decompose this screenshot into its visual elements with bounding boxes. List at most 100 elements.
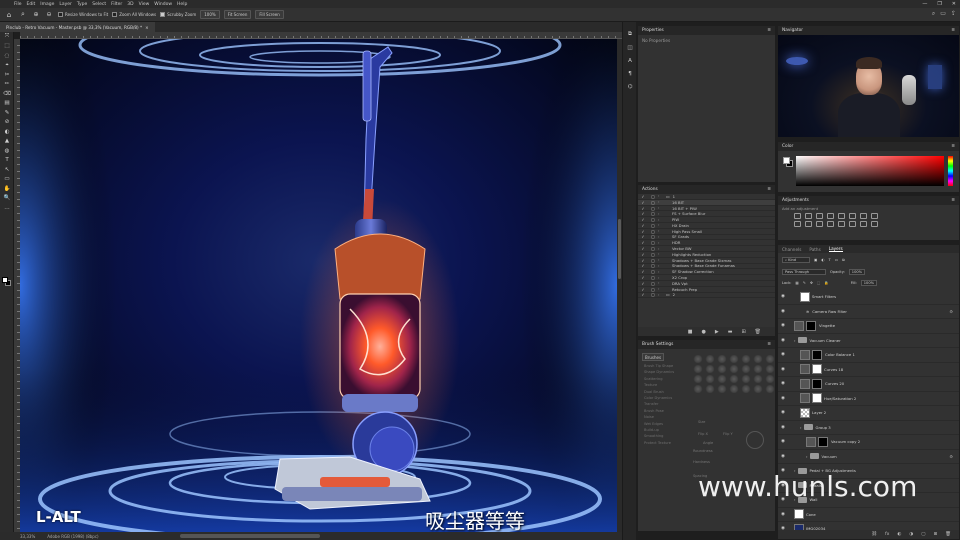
smart-object-icon[interactable]: ⚙	[949, 309, 953, 314]
visibility-eye-icon[interactable]: ◉	[778, 352, 788, 357]
zoom-level[interactable]: 33,33%	[20, 534, 35, 539]
filter-smart-icon[interactable]: ⧉	[842, 258, 845, 262]
brush-preset-thumbnail[interactable]	[765, 385, 775, 393]
brush-preset-thumbnail[interactable]	[693, 375, 703, 383]
visibility-eye-icon[interactable]: ◉	[778, 512, 788, 517]
brush-preset-thumbnail[interactable]	[741, 385, 751, 393]
layers-footer-icon-4[interactable]: ▢	[921, 532, 925, 537]
zoom-all-windows-checkbox[interactable]: Zoom All Windows	[112, 12, 156, 17]
tab-layers[interactable]: Layers	[828, 246, 843, 252]
zoom-tool-icon[interactable]: ⌕	[18, 10, 28, 19]
checkmark-icon[interactable]: ✓	[638, 263, 648, 268]
expand-arrow-icon[interactable]: ›	[658, 270, 666, 274]
layer-row[interactable]: ◉ Vacuum copy 2	[778, 435, 959, 450]
tool-icon-15[interactable]: ▭	[0, 175, 14, 185]
layer-row[interactable]: ◉ Color Balance 1	[778, 348, 959, 363]
layer-mask-thumbnail[interactable]	[806, 320, 816, 331]
home-icon[interactable]: ⌂	[4, 11, 14, 19]
dialog-toggle-icon[interactable]: ▢	[648, 200, 658, 205]
adjustment-icon[interactable]	[794, 213, 801, 219]
dialog-toggle-icon[interactable]: ▢	[648, 258, 658, 263]
resize-windows-checkbox[interactable]: Resize Windows to Fit	[58, 12, 108, 17]
expand-arrow-icon[interactable]: ›	[658, 223, 666, 227]
dialog-toggle-icon[interactable]: ▢	[648, 217, 658, 222]
panel-menu-icon[interactable]: ≡	[767, 342, 771, 347]
layers-footer-icon-5[interactable]: ⊞	[934, 532, 938, 537]
checkmark-icon[interactable]: ✓	[638, 275, 648, 280]
document-tab[interactable]: Pinclub - Retro Vacuum - Master.psb @ 33…	[0, 22, 155, 32]
visibility-eye-icon[interactable]: ◉	[778, 410, 788, 415]
foreground-color-swatch[interactable]	[2, 277, 8, 283]
close-tab-icon[interactable]: ×	[145, 25, 149, 30]
zoom-out-icon[interactable]: ⊖	[44, 11, 54, 18]
expand-arrow-icon[interactable]: ›	[658, 212, 666, 216]
dialog-toggle-icon[interactable]: ▢	[648, 223, 658, 228]
checkmark-icon[interactable]: ✓	[638, 217, 648, 222]
expand-arrow-icon[interactable]: ›	[658, 264, 666, 268]
panel-shortcut-icon-3[interactable]: ¶	[623, 67, 637, 80]
workspace-icon[interactable]: ▭	[940, 10, 946, 18]
dialog-toggle-icon[interactable]: ▢	[648, 211, 658, 216]
lock-artboard-icon[interactable]: ⬚	[817, 281, 820, 285]
checkmark-icon[interactable]: ✓	[638, 258, 648, 263]
panel-menu-icon[interactable]: ≡	[951, 28, 955, 33]
filter-adjust-icon[interactable]: ◐	[821, 258, 824, 262]
dialog-toggle-icon[interactable]: ▢	[648, 292, 658, 297]
lock-paint-icon[interactable]: ✎	[803, 281, 806, 285]
tool-icon-7[interactable]: ▤	[0, 99, 14, 109]
filter-type-icon[interactable]: T	[829, 258, 831, 262]
adjustment-icon[interactable]	[805, 221, 812, 227]
adjustment-icon[interactable]	[838, 213, 845, 219]
adjustment-icon[interactable]	[794, 221, 801, 227]
visibility-eye-icon[interactable]: ◉	[778, 338, 788, 343]
checkmark-icon[interactable]: ✓	[638, 194, 648, 199]
filter-shape-icon[interactable]: ▭	[835, 258, 838, 262]
menu-item-select[interactable]: Select	[92, 2, 106, 7]
action-footer-icon-0[interactable]: ■	[688, 329, 693, 335]
dialog-toggle-icon[interactable]: ▢	[648, 281, 658, 286]
panel-shortcut-icon-1[interactable]: ◫	[623, 41, 637, 54]
share-icon[interactable]: ⇪	[951, 10, 956, 18]
search-icon[interactable]: ⌕	[932, 10, 935, 18]
fill-input[interactable]: 100%	[860, 280, 877, 286]
brush-preset-thumbnail[interactable]	[741, 375, 751, 383]
tool-icon-5[interactable]: ✏	[0, 80, 14, 90]
adjustment-icon[interactable]	[838, 221, 845, 227]
tool-icon-17[interactable]: 🔍	[0, 194, 14, 204]
checkmark-icon[interactable]: ✓	[638, 287, 648, 292]
tool-icon-1[interactable]: ⬚	[0, 42, 14, 52]
tool-icon-12[interactable]: ◍	[0, 146, 14, 156]
layer-kind-filter[interactable]: ⌕ Kind	[782, 257, 810, 263]
zoom-100-button[interactable]: 100%	[200, 10, 220, 19]
fill-screen-button[interactable]: Fill Screen	[255, 10, 284, 19]
brush-preset-thumbnail[interactable]	[765, 375, 775, 383]
tool-icon-14[interactable]: ↖	[0, 165, 14, 175]
brush-preset-thumbnail[interactable]	[765, 355, 775, 363]
tool-icon-9[interactable]: ⊘	[0, 118, 14, 128]
brush-preset-thumbnail[interactable]	[717, 385, 727, 393]
color-picker-field[interactable]	[796, 156, 944, 186]
brush-preset-thumbnail[interactable]	[705, 385, 715, 393]
expand-arrow-icon[interactable]: ›	[658, 235, 666, 239]
document-profile[interactable]: Adobe RGB (1998) (8bpc)	[47, 534, 98, 539]
visibility-eye-icon[interactable]: ◉	[778, 454, 788, 459]
menu-item-help[interactable]: Help	[177, 2, 187, 7]
adjustment-icon[interactable]	[827, 213, 834, 219]
checkmark-icon[interactable]: ✓	[638, 240, 648, 245]
brush-option[interactable]: Protect Texture	[644, 441, 674, 447]
menu-item-view[interactable]: View	[139, 2, 150, 7]
tool-icon-13[interactable]: T	[0, 156, 14, 166]
brush-preset-thumbnail[interactable]	[705, 375, 715, 383]
checkmark-icon[interactable]: ✓	[638, 292, 648, 297]
brush-preset-thumbnail[interactable]	[693, 385, 703, 393]
color-swatches[interactable]	[2, 277, 12, 287]
dialog-toggle-icon[interactable]: ▢	[648, 287, 658, 292]
layers-footer-icon-1[interactable]: fx	[885, 532, 889, 537]
tool-icon-0[interactable]: ⤧	[0, 32, 14, 42]
panel-menu-icon[interactable]: ≡	[767, 187, 771, 192]
layer-row[interactable]: ◉ › Group 3	[778, 421, 959, 435]
tool-icon-4[interactable]: ✂	[0, 70, 14, 80]
visibility-eye-icon[interactable]: ◉	[778, 294, 788, 299]
menu-item-image[interactable]: Image	[40, 2, 54, 7]
adjustment-icon[interactable]	[860, 221, 867, 227]
